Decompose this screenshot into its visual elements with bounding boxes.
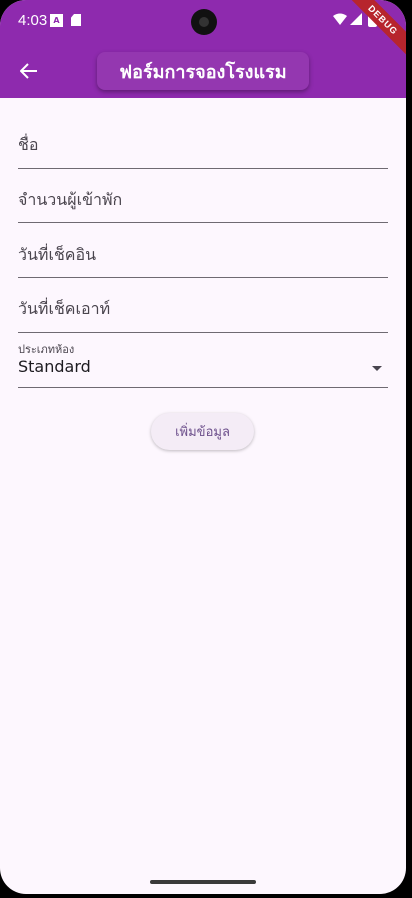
guests-field[interactable]: จำนวนผู้เข้าพัก bbox=[18, 173, 388, 223]
signal-icon bbox=[350, 13, 362, 25]
page-title: ฟอร์มการจองโรงแรม bbox=[97, 52, 309, 90]
guests-placeholder: จำนวนผู้เข้าพัก bbox=[18, 190, 123, 209]
name-field[interactable]: ชื่อ bbox=[18, 118, 388, 169]
notification-icon: A bbox=[50, 14, 63, 27]
home-indicator[interactable] bbox=[150, 880, 256, 884]
app-bar: 4:03 A ฟอร์มการจองโรงแรม bbox=[0, 0, 406, 98]
arrow-back-icon bbox=[20, 63, 37, 79]
status-time: 4:03 bbox=[18, 12, 48, 29]
checkout-date-field[interactable]: วันที่เช็คเอาท์ bbox=[18, 283, 388, 333]
checkin-date-field[interactable]: วันที่เช็คอิน bbox=[18, 228, 388, 278]
back-button[interactable] bbox=[14, 56, 44, 86]
status-bar: 4:03 A bbox=[0, 0, 406, 40]
checkin-placeholder: วันที่เช็คอิน bbox=[18, 245, 97, 264]
phone-screen: 4:03 A ฟอร์มการจองโรงแรม DEBUG ชื่อ จำนว… bbox=[0, 0, 406, 894]
room-type-label: ประเภทห้อง bbox=[18, 343, 75, 356]
wifi-icon bbox=[333, 13, 347, 25]
room-type-dropdown[interactable]: ประเภทห้อง Standard bbox=[18, 340, 388, 388]
checkout-placeholder: วันที่เช็คเอาท์ bbox=[18, 299, 111, 318]
name-placeholder: ชื่อ bbox=[18, 135, 39, 154]
room-type-value: Standard bbox=[18, 357, 91, 376]
front-camera bbox=[191, 9, 217, 35]
sd-card-icon bbox=[71, 14, 81, 26]
dropdown-arrow-icon bbox=[372, 366, 382, 371]
add-data-button[interactable]: เพิ่มข้อมูล bbox=[151, 413, 254, 450]
